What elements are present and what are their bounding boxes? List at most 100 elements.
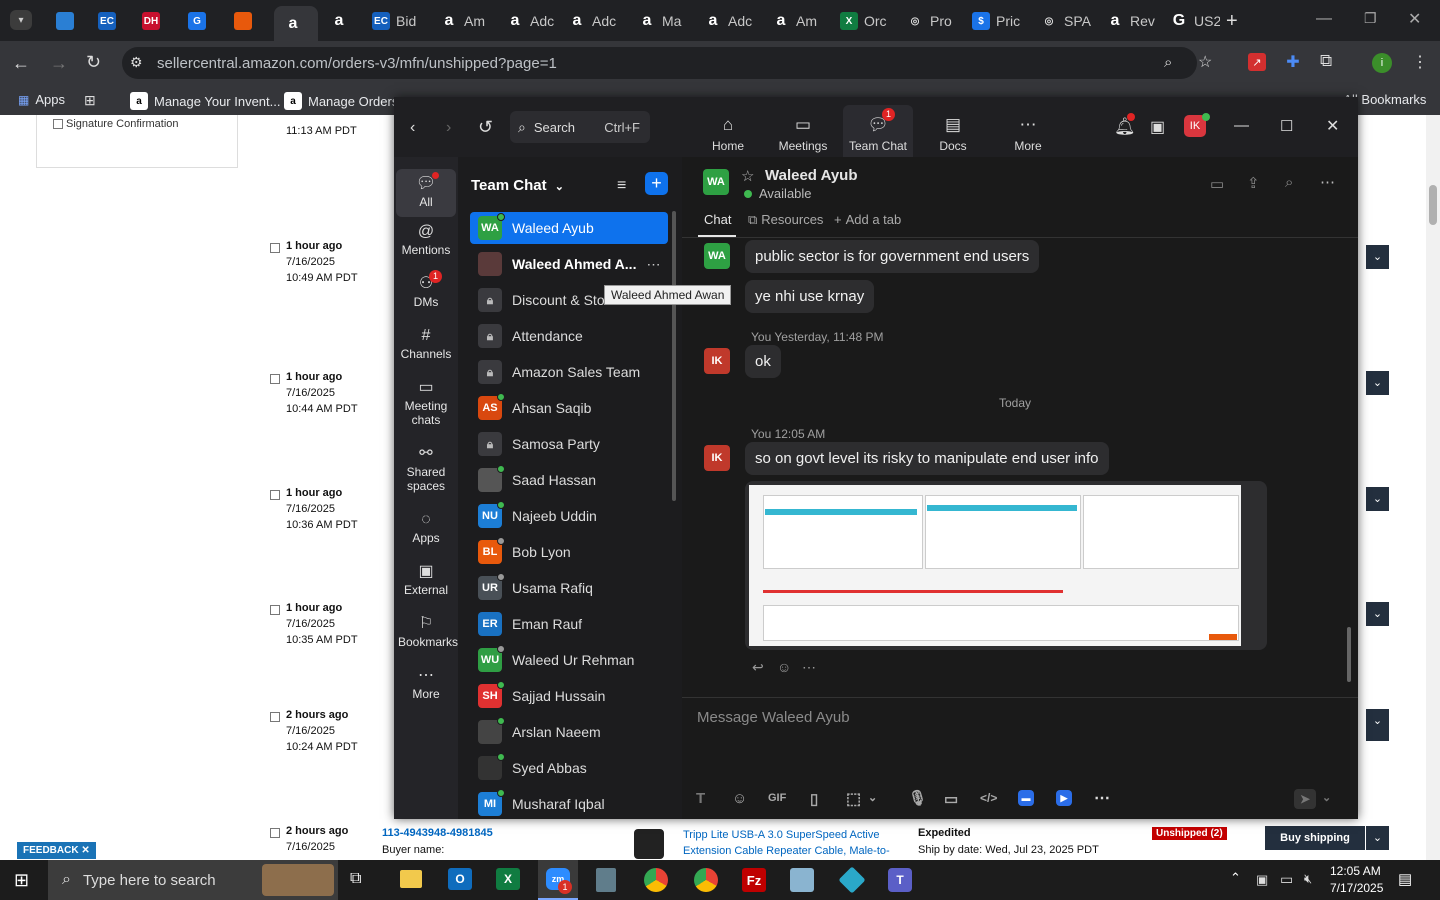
share-screen-icon[interactable]: ⇪ [1247,174,1260,192]
message-bubble[interactable]: so on govt level its risky to manipulate… [745,442,1109,475]
contact-item[interactable]: NU Najeeb Uddin [470,500,668,532]
nav-meetings[interactable]: ▭ Meetings [768,115,838,153]
bookmark-manage-inventory[interactable]: a Manage Your Invent... [130,92,280,110]
contact-item[interactable]: SH Sajjad Hussain [470,680,668,712]
chrome-icon[interactable] [644,868,668,892]
search-box[interactable]: ⌕ Search Ctrl+F [510,111,650,143]
browser-tab[interactable]: a Adc [694,6,758,36]
history-icon[interactable]: ↺ [478,117,493,138]
order-checkbox[interactable] [270,374,280,384]
rail-all[interactable]: 💬︎ All [396,169,456,217]
network-icon[interactable]: ▭ [1280,871,1293,888]
reload-icon[interactable]: ↻ [86,52,101,73]
rail-external[interactable]: ▣ External [396,561,456,598]
send-options-icon[interactable]: ⌄ [1322,791,1331,804]
tab-add[interactable]: + Add a tab [834,212,901,227]
close-icon[interactable]: ✕ [1326,116,1339,136]
browser-tab[interactable]: a [274,6,318,41]
app-icon[interactable]: ▬ [1018,790,1034,806]
message-input[interactable]: Message Waleed Ayub [697,709,850,726]
calendar-box-icon[interactable]: ▣ [1150,117,1165,137]
restore-icon[interactable]: ❐ [1364,10,1377,27]
buy-shipping-dropdown[interactable]: ⌄ [1366,487,1389,511]
message-bubble[interactable]: public sector is for government end user… [745,240,1040,273]
browser-tab[interactable]: a Rev [1096,6,1156,36]
browser-tab[interactable]: a Adc [496,6,556,36]
volume-icon[interactable]: 🔇︎ [1304,871,1312,887]
buy-shipping-dropdown[interactable]: ⌄ [1366,826,1389,850]
rail-mentions[interactable]: @ Mentions [396,221,456,258]
emoji-icon[interactable]: ☺ [732,790,747,807]
tab-search-icon[interactable]: ▾ [10,10,32,30]
tray-app-icon[interactable]: ▣ [1256,872,1268,888]
browser-tab[interactable]: DH [132,6,172,36]
app-icon[interactable] [838,866,866,894]
excel-icon[interactable]: X [496,868,520,890]
browser-tab[interactable]: X Orc [830,6,892,36]
extension-red-icon[interactable]: ↗ [1248,53,1266,71]
zoom-taskbar-icon[interactable]: zm [538,860,578,900]
outlook-icon[interactable]: O [448,868,472,890]
nav-home[interactable]: ⌂ Home [693,115,763,153]
text-format-icon[interactable]: T [696,790,705,807]
filter-icon[interactable]: ≡ [617,177,626,195]
maximize-icon[interactable]: ☐ [1280,117,1293,135]
message-bubble[interactable]: ye nhi use krnay [745,280,875,313]
emoji-reaction-icon[interactable]: ☺ [777,659,791,675]
minimize-icon[interactable]: — [1316,10,1332,28]
browser-tab[interactable]: $ Pric [962,6,1026,36]
rail-apps[interactable]: ◌ Apps [396,509,456,546]
product-title-link[interactable]: Tripp Lite USB-A 3.0 SuperSpeed Active E… [683,827,913,860]
menu-icon[interactable]: ⋮ [1412,52,1428,72]
forward-icon[interactable]: → [50,53,68,74]
browser-tab[interactable]: a Adc [558,6,624,36]
browser-tab[interactable]: ◎ SPA [1030,6,1092,36]
screenshot-attachment[interactable] [745,481,1267,650]
browser-tab[interactable]: G [178,6,218,36]
chevron-down-icon[interactable]: ⌄ [868,791,877,804]
search-icon[interactable]: ⌕ [1285,174,1293,191]
contact-item[interactable]: WU Waleed Ur Rehman [470,644,668,676]
channel-item[interactable]: 🔒︎ Samosa Party [470,428,668,460]
new-chat-button[interactable]: + [645,172,668,195]
file-icon[interactable]: ▯ [810,790,818,808]
tab-chat[interactable]: Chat [704,212,731,227]
browser-tab[interactable]: a Ma [628,6,692,36]
minimize-icon[interactable]: — [1234,117,1249,134]
message-avatar[interactable]: WA [704,243,730,269]
forward-icon[interactable]: › [446,119,451,137]
chat-contact-name[interactable]: Waleed Ayub [765,167,858,184]
contact-item[interactable]: Arslan Naeem [470,716,668,748]
more-options-icon[interactable]: ⋯ [1320,173,1335,191]
back-icon[interactable]: ← [12,53,30,74]
chrome-icon[interactable] [694,868,718,892]
nav-docs[interactable]: ▤ Docs [918,115,988,153]
order-checkbox[interactable] [270,828,280,838]
extension-puzzle-icon[interactable]: ⧉ [1320,51,1332,71]
bookmark-grid[interactable]: ⊞ [84,92,96,109]
filezilla-icon[interactable]: Fz [742,868,766,892]
rail-meeting-chats[interactable]: ▭ Meeting chats [396,377,456,428]
browser-tab[interactable]: EC Bid [362,6,426,36]
order-checkbox[interactable] [270,712,280,722]
tray-chevron-icon[interactable]: ⌃ [1230,870,1241,886]
browser-tab[interactable] [224,6,268,36]
bookmark-apps[interactable]: ▦ Apps [18,92,65,107]
send-icon[interactable]: ➤ [1294,789,1316,809]
buy-shipping-dropdown[interactable]: ⌄ [1366,709,1389,733]
meeting-app-icon[interactable]: ▶ [1056,790,1072,806]
buy-shipping-dropdown[interactable]: ⌄ [1366,602,1389,626]
channel-item[interactable]: 🔒︎ Amazon Sales Team [470,356,668,388]
order-checkbox[interactable] [270,243,280,253]
clock-date[interactable]: 7/17/2025 [1330,881,1383,895]
contact-item[interactable]: Saad Hassan [470,464,668,496]
file-explorer-icon[interactable] [400,870,422,888]
contact-item[interactable]: MI Musharaf Iqbal [470,788,668,819]
close-icon[interactable]: ✕ [1408,9,1421,29]
zoom-search-icon[interactable]: ⌕ [1164,54,1172,71]
nav-more[interactable]: ⋯ More [993,115,1063,153]
notification-icon[interactable]: ▤ [1398,870,1412,888]
bookmark-manage-orders[interactable]: a Manage Orders [284,92,398,110]
rail-dms[interactable]: ⚇ DMs 1 [396,270,456,309]
video-message-icon[interactable]: ▭ [944,790,958,808]
